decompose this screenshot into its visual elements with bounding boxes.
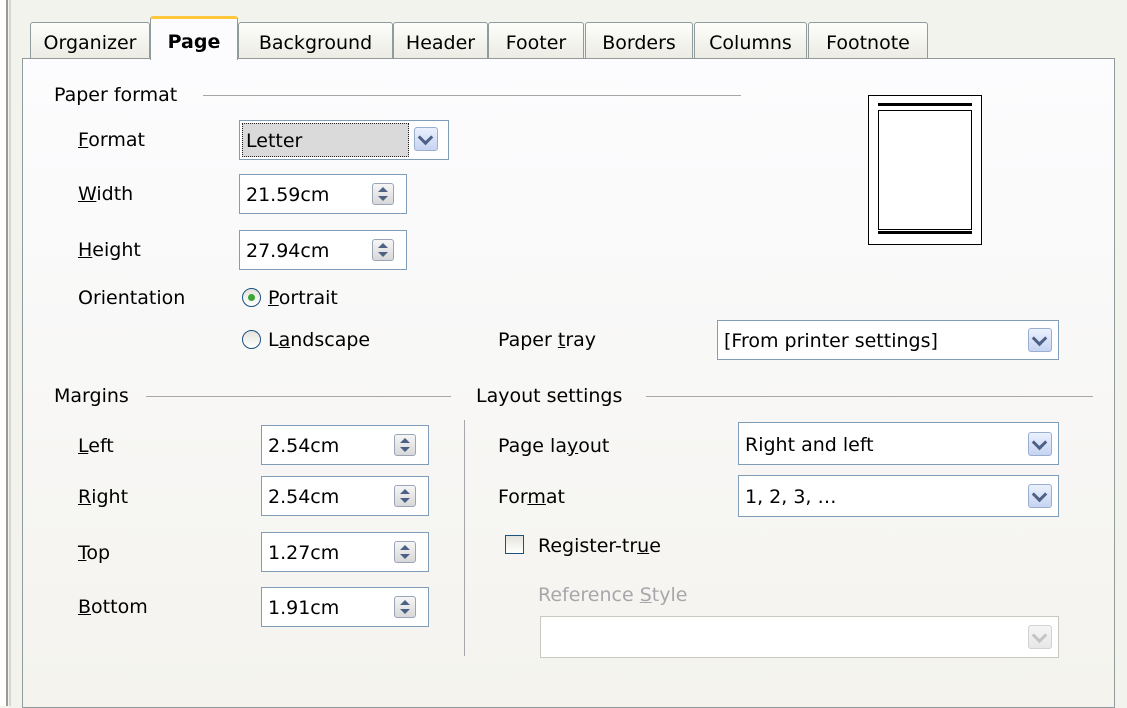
right-label-rest: ight bbox=[91, 486, 129, 508]
numbering-format-select[interactable]: 1, 2, 3, … bbox=[738, 475, 1059, 517]
left-label-rest: eft bbox=[88, 435, 114, 457]
layout-settings-heading: Layout settings bbox=[476, 385, 623, 407]
radio-landscape[interactable] bbox=[242, 330, 261, 349]
reference-style-select[interactable] bbox=[540, 616, 1059, 658]
numbering-format-label: Format bbox=[498, 488, 565, 507]
portrait-label-key: P bbox=[268, 287, 279, 309]
paper-format-divider bbox=[203, 95, 741, 96]
dropdown-chevron-icon[interactable] bbox=[1028, 328, 1052, 352]
landscape-label-key: a bbox=[278, 329, 291, 351]
reference-style-label: Reference Style bbox=[538, 586, 687, 605]
bottom-label-key: B bbox=[78, 596, 92, 618]
spin-button-icon[interactable] bbox=[394, 596, 416, 618]
page-preview-body bbox=[878, 110, 972, 230]
format-label: Format bbox=[78, 131, 145, 150]
left-margin-field[interactable]: 2.54cm bbox=[261, 425, 429, 465]
bottom-margin-value: 1.91cm bbox=[268, 597, 340, 619]
top-margin-value: 1.27cm bbox=[268, 542, 340, 564]
spin-button-icon[interactable] bbox=[394, 541, 416, 563]
page-layout-label-pre: Page la bbox=[498, 435, 567, 457]
orientation-label: Orientation bbox=[78, 287, 186, 309]
right-margin-label: Right bbox=[78, 488, 128, 507]
paper-tray-value: [From printer settings] bbox=[724, 330, 938, 352]
width-label-key: W bbox=[78, 183, 97, 205]
portrait-label[interactable]: Portrait bbox=[268, 289, 338, 308]
page-layout-label: Page layout bbox=[498, 437, 609, 456]
reference-style-label-pre: Reference bbox=[538, 584, 640, 606]
format-select-value: Letter bbox=[246, 130, 303, 152]
page-content: Paper format Format Letter Width 21.59cm… bbox=[0, 0, 1127, 706]
page-layout-select[interactable]: Right and left bbox=[738, 422, 1059, 465]
right-label-key: R bbox=[78, 486, 92, 508]
height-field[interactable]: 27.94cm bbox=[239, 230, 407, 270]
landscape-label-pre: L bbox=[268, 329, 279, 351]
top-margin-label: Top bbox=[78, 544, 110, 563]
page-preview-header bbox=[878, 103, 972, 106]
register-true-label[interactable]: Register-true bbox=[538, 537, 661, 556]
top-margin-field[interactable]: 1.27cm bbox=[261, 532, 429, 572]
landscape-label[interactable]: Landscape bbox=[268, 331, 370, 350]
paper-tray-label-rest: ray bbox=[565, 329, 597, 351]
numbering-format-label-rest: at bbox=[545, 486, 565, 508]
page-layout-label-key: y bbox=[566, 435, 579, 457]
width-value: 21.59cm bbox=[246, 184, 330, 206]
top-label-rest: op bbox=[86, 542, 111, 564]
page-layout-value: Right and left bbox=[745, 434, 874, 456]
paper-tray-label: Paper tray bbox=[498, 331, 596, 350]
numbering-format-value: 1, 2, 3, … bbox=[745, 486, 837, 508]
portrait-label-rest: ortrait bbox=[278, 287, 338, 309]
bottom-label-rest: ottom bbox=[91, 596, 148, 618]
width-label-rest: idth bbox=[96, 183, 134, 205]
register-true-label-rest: e bbox=[649, 535, 661, 557]
bottom-margin-field[interactable]: 1.91cm bbox=[261, 587, 429, 627]
spin-button-icon[interactable] bbox=[372, 183, 394, 205]
layout-settings-divider bbox=[646, 396, 1093, 397]
page-preview-icon bbox=[868, 95, 982, 245]
paper-tray-label-pre: Paper bbox=[498, 329, 558, 351]
left-margin-value: 2.54cm bbox=[268, 435, 340, 457]
landscape-label-rest: ndscape bbox=[290, 329, 371, 351]
page-layout-label-rest: out bbox=[578, 435, 610, 457]
numbering-format-label-pre: For bbox=[498, 486, 528, 508]
page-preview-footer bbox=[878, 231, 972, 234]
spin-button-icon[interactable] bbox=[394, 434, 416, 456]
section-vertical-divider bbox=[464, 420, 465, 656]
bottom-margin-label: Bottom bbox=[78, 598, 148, 617]
width-field[interactable]: 21.59cm bbox=[239, 174, 407, 214]
height-label-rest: eight bbox=[92, 239, 141, 261]
register-true-label-pre: Register-tr bbox=[538, 535, 638, 557]
register-true-label-key: u bbox=[637, 535, 650, 557]
dropdown-chevron-icon[interactable] bbox=[1028, 432, 1052, 456]
height-value: 27.94cm bbox=[246, 240, 330, 262]
format-select[interactable]: Letter bbox=[239, 120, 449, 160]
left-margin-label: Left bbox=[78, 437, 114, 456]
dropdown-chevron-icon[interactable] bbox=[414, 127, 438, 151]
dropdown-chevron-icon bbox=[1028, 625, 1052, 649]
left-label-key: L bbox=[78, 435, 89, 457]
paper-format-heading: Paper format bbox=[54, 84, 178, 106]
right-margin-field[interactable]: 2.54cm bbox=[261, 476, 429, 516]
reference-style-label-key: S bbox=[639, 584, 652, 606]
right-margin-value: 2.54cm bbox=[268, 486, 340, 508]
format-label-rest: ormat bbox=[88, 129, 145, 151]
width-label: Width bbox=[78, 185, 133, 204]
reference-style-label-rest: tyle bbox=[651, 584, 688, 606]
spin-button-icon[interactable] bbox=[394, 485, 416, 507]
margins-divider bbox=[146, 396, 451, 397]
numbering-format-label-key: m bbox=[527, 486, 546, 508]
height-label: Height bbox=[78, 241, 141, 260]
paper-tray-select[interactable]: [From printer settings] bbox=[717, 320, 1059, 360]
format-label-key: F bbox=[78, 129, 89, 151]
radio-portrait[interactable] bbox=[242, 288, 261, 307]
dropdown-chevron-icon[interactable] bbox=[1028, 484, 1052, 508]
register-true-checkbox[interactable] bbox=[505, 535, 524, 554]
margins-heading: Margins bbox=[54, 385, 129, 407]
height-label-key: H bbox=[78, 239, 93, 261]
spin-button-icon[interactable] bbox=[372, 239, 394, 261]
